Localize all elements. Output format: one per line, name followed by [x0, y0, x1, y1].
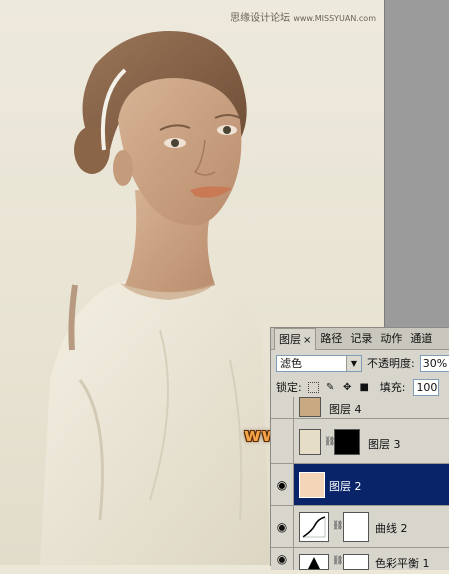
tab-layers-label: 图层	[279, 333, 301, 346]
layer-name: 图层 3	[368, 438, 401, 451]
watermark-chinese: 思缘设计论坛	[230, 13, 291, 24]
visibility-toggle[interactable]	[271, 419, 294, 463]
color-balance-adjustment-icon	[299, 554, 329, 570]
link-icon: ⛓	[332, 521, 344, 531]
lock-label: 锁定:	[276, 381, 302, 394]
close-icon[interactable]: ×	[303, 335, 311, 346]
panel-tabs: 图层 × 路径 记录 动作 通道	[271, 328, 449, 350]
layer-row-selected[interactable]: ◉ 图层 2	[271, 464, 449, 506]
tab-layers[interactable]: 图层 ×	[274, 328, 317, 350]
layer-name: 曲线 2	[375, 522, 408, 535]
opacity-label: 不透明度:	[367, 357, 415, 370]
chevron-down-icon[interactable]: ▼	[346, 355, 361, 371]
layer-row[interactable]: ◉ ⛓ 曲线 2	[271, 506, 449, 548]
eye-icon[interactable]: ◉	[271, 464, 294, 505]
layer-thumbnail	[299, 472, 325, 498]
layer-name: 图层 4	[329, 403, 362, 416]
fill-input[interactable]: 100%	[413, 378, 440, 396]
blend-row: 滤色 ▼ 不透明度: 30%	[271, 350, 449, 376]
layer-mask-thumbnail	[343, 512, 369, 542]
curves-adjustment-icon	[299, 512, 329, 542]
layer-thumbnail	[299, 397, 321, 417]
visibility-toggle[interactable]	[271, 397, 294, 418]
eye-icon[interactable]: ◉	[271, 506, 294, 547]
opacity-input[interactable]: 30%	[419, 354, 449, 372]
fill-label: 填充:	[379, 381, 406, 394]
lock-image-icon[interactable]: ✎	[325, 382, 336, 393]
layer-mask-thumbnail	[334, 429, 360, 455]
watermark: 思缘设计论坛 www.MISSYUAN.com	[230, 9, 376, 24]
layer-mask-thumbnail	[343, 554, 369, 570]
layer-thumbnail	[299, 429, 321, 455]
lock-transparent-icon[interactable]	[307, 381, 319, 393]
lock-row: 锁定: ✎ ✥ ■ 填充: 100%	[271, 376, 449, 399]
layer-name: 色彩平衡 1	[375, 557, 430, 570]
layer-row[interactable]: 图层 4	[271, 397, 449, 419]
tab-channels[interactable]: 通道	[406, 328, 436, 349]
lock-position-icon[interactable]: ✥	[342, 382, 353, 393]
lock-all-icon[interactable]: ■	[359, 382, 370, 393]
blend-mode-value: 滤色	[280, 357, 302, 370]
eye-icon[interactable]: ◉	[271, 548, 294, 570]
layer-row[interactable]: ◉ ⛓ 色彩平衡 1	[271, 548, 449, 570]
blend-mode-select[interactable]: 滤色 ▼	[276, 354, 362, 372]
layers-panel: 图层 × 路径 记录 动作 通道 滤色 ▼ 不透明度: 30% 锁定: ✎ ✥ ■…	[270, 327, 449, 570]
layer-row[interactable]: ⛓ 图层 3	[271, 419, 449, 464]
tab-paths[interactable]: 路径	[316, 328, 346, 349]
watermark-site: www.MISSYUAN.com	[293, 14, 376, 23]
tab-actions[interactable]: 动作	[376, 328, 406, 349]
tab-history[interactable]: 记录	[346, 328, 376, 349]
layer-name: 图层 2	[329, 480, 362, 493]
